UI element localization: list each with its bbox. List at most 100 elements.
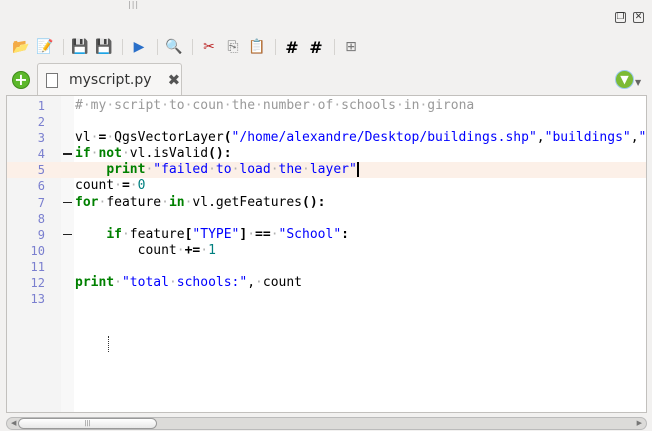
- code-line[interactable]: 7 for feature in vl.getFeatures():: [7, 195, 646, 211]
- code-line[interactable]: 12 print "total schools:", count: [7, 275, 646, 291]
- save-icon[interactable]: 💾: [69, 37, 91, 57]
- add-tab-button[interactable]: +: [12, 71, 30, 89]
- token-kw: not: [98, 146, 122, 162]
- paste-icon[interactable]: 📋: [246, 37, 268, 57]
- line-number: 10: [30, 243, 45, 258]
- code-text: print "total schools:", count: [75, 275, 302, 291]
- toolbar-separator: [192, 39, 193, 55]
- code-text: print "failed to load the layer": [75, 162, 359, 178]
- token-kw: print: [106, 162, 146, 178]
- uncomment-icon[interactable]: #: [305, 37, 327, 57]
- restore-icon[interactable]: ❐: [615, 12, 626, 23]
- code-line[interactable]: 11: [7, 259, 646, 275]
- indent-guide: [108, 336, 109, 352]
- open-in-external-editor-icon[interactable]: 📝: [34, 37, 56, 57]
- token-op: =: [121, 178, 130, 194]
- code-editor[interactable]: 1 # my script to coun the number of schoo…: [6, 95, 647, 413]
- token-kw: if: [75, 146, 91, 162]
- tab-myscript[interactable]: myscript.py ✖: [37, 63, 182, 96]
- fold-marker-icon[interactable]: [63, 201, 72, 204]
- line-number: 13: [30, 292, 45, 307]
- token-num: 1: [208, 242, 216, 258]
- token-op: ==: [255, 226, 271, 242]
- token-id: vl.getFeatures: [185, 195, 302, 210]
- toolbar: 📂 📝 💾 💾 ▶ 🔍 ✂ ⎘ 📋 # # ⊞: [10, 37, 364, 57]
- line-number: 2: [37, 115, 45, 130]
- token-str: "/home/alexandre/Desktop/buildings.shp": [231, 130, 537, 146]
- token-id: [247, 227, 255, 242]
- object-inspector-icon[interactable]: ⊞: [340, 37, 362, 57]
- token-str: "School": [278, 226, 342, 242]
- horizontal-scrollbar[interactable]: ◀ ||| ▶: [6, 417, 647, 430]
- code-line[interactable]: 10 count += 1: [7, 243, 646, 259]
- comment-icon[interactable]: #: [281, 37, 303, 57]
- tab-list-menu-button[interactable]: ▼ ▼: [615, 70, 641, 89]
- line-number: 1: [37, 99, 45, 113]
- token-id: count: [75, 178, 122, 193]
- chevron-down-icon: ▼: [635, 78, 642, 87]
- token-id: feature: [98, 195, 168, 210]
- code-line[interactable]: 2: [7, 114, 646, 130]
- token-id: ,: [630, 130, 639, 146]
- toolbar-separator: [122, 39, 123, 55]
- token-id: count: [138, 243, 185, 258]
- dropdown-circle-icon: ▼: [615, 70, 634, 89]
- save-as-icon[interactable]: 💾: [93, 37, 115, 57]
- line-number: 8: [37, 211, 45, 226]
- token-num: 0: [137, 178, 146, 194]
- token-op: ():: [208, 146, 232, 162]
- token-str: "buildings": [544, 130, 631, 146]
- dock-grip[interactable]: |||: [128, 0, 139, 9]
- code-line[interactable]: 13: [7, 291, 646, 307]
- token-kw: if: [106, 226, 122, 242]
- scroll-left-icon[interactable]: ◀: [11, 418, 16, 429]
- close-icon[interactable]: ✕: [633, 12, 644, 23]
- code-line[interactable]: 9 if feature["TYPE"] == "School":: [7, 227, 646, 243]
- token-kw: in: [168, 194, 185, 210]
- token-id: vl: [75, 130, 98, 145]
- run-script-icon[interactable]: ▶: [128, 37, 150, 57]
- token-id: vl.isValid: [122, 146, 208, 161]
- token-kw: for: [75, 194, 99, 210]
- code-text: for feature in vl.getFeatures():: [75, 195, 325, 211]
- token-id: , count: [247, 275, 302, 290]
- token-str: ": [638, 130, 647, 146]
- toolbar-separator: [334, 39, 335, 55]
- tab-label: myscript.py: [69, 72, 152, 88]
- fold-marker-icon[interactable]: [63, 233, 72, 236]
- toolbar-separator: [157, 39, 158, 55]
- code-text: if feature["TYPE"] == "School":: [75, 227, 349, 243]
- toolbar-separator: [63, 39, 64, 55]
- code-text: if not vl.isValid():: [75, 146, 232, 162]
- line-number: 6: [37, 179, 45, 194]
- toolbar-separator: [275, 39, 276, 55]
- line-number: 11: [30, 259, 45, 274]
- code-line[interactable]: 5 print "failed to load the layer": [7, 162, 646, 179]
- token-id: feature: [122, 227, 185, 242]
- token-id: ,: [536, 130, 545, 146]
- code-text: vl = QgsVectorLayer("/home/alexandre/Des…: [75, 130, 646, 146]
- token-op: ():: [302, 194, 326, 210]
- scrollbar-thumb[interactable]: |||: [18, 418, 157, 429]
- line-number: 9: [37, 227, 45, 242]
- code-line[interactable]: 8: [7, 211, 646, 227]
- open-file-icon[interactable]: 📂: [10, 37, 32, 57]
- code-line[interactable]: 1 # my script to coun the number of schoo…: [7, 98, 646, 114]
- code-text: count += 1: [75, 243, 216, 259]
- script-file-icon: [46, 72, 58, 88]
- close-tab-icon[interactable]: ✖: [168, 71, 181, 89]
- fold-marker-icon[interactable]: [63, 153, 72, 155]
- scroll-right-icon[interactable]: ▶: [637, 418, 642, 429]
- token-op: +=: [184, 242, 201, 258]
- code-line[interactable]: 6 count = 0: [7, 178, 646, 194]
- copy-icon[interactable]: ⎘: [222, 37, 244, 57]
- code-line[interactable]: 4 if not vl.isValid():: [7, 146, 646, 162]
- token-id: QgsVectorLayer: [106, 130, 224, 145]
- code-line[interactable]: 3vl = QgsVectorLayer("/home/alexandre/De…: [7, 130, 646, 146]
- cut-icon[interactable]: ✂: [198, 37, 220, 57]
- token-kw: print: [75, 275, 115, 291]
- find-icon[interactable]: 🔍: [163, 37, 185, 57]
- code-text: count = 0: [75, 178, 145, 194]
- token-id: [114, 275, 122, 290]
- token-str: "total schools:": [122, 275, 247, 290]
